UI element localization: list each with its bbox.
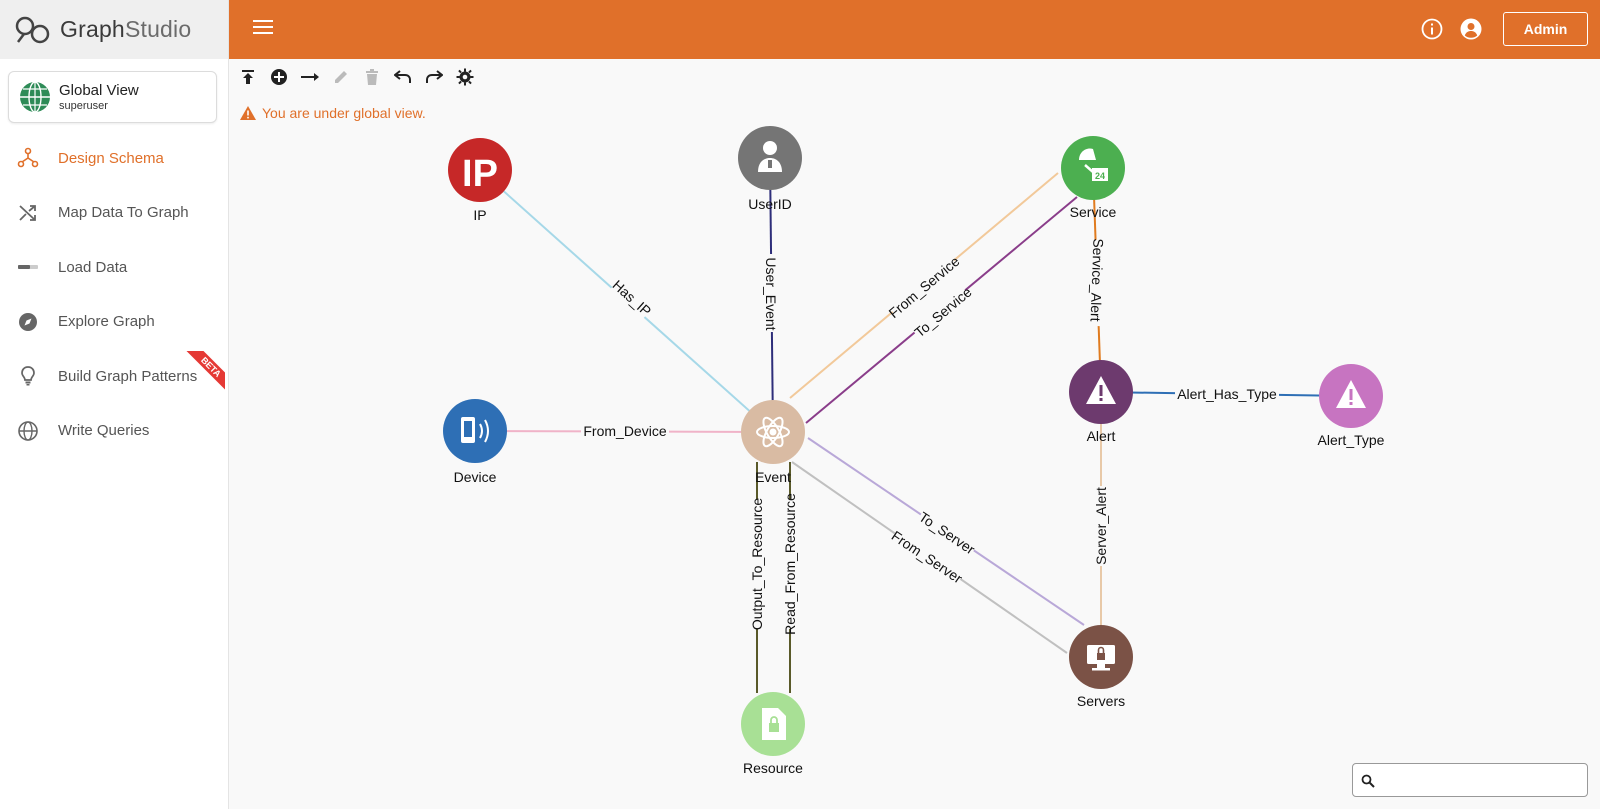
svg-text:24: 24 xyxy=(1095,171,1105,181)
edge-label-alert-has-type: Alert_Has_Type xyxy=(1175,386,1279,402)
vertex-search-box[interactable] xyxy=(1352,763,1588,797)
vertex-event[interactable]: Event xyxy=(741,400,805,485)
schema-graph: Has_IP User_Event From_Service To_Servic… xyxy=(443,126,1385,776)
vertex-ip[interactable]: IP IP xyxy=(448,138,512,223)
edge-label-service-alert: Service_Alert xyxy=(1087,238,1107,327)
edge-label-from-device: From_Device xyxy=(581,423,669,439)
svg-text:Servers: Servers xyxy=(1077,693,1125,709)
ip-icon: IP xyxy=(462,153,498,195)
edge-label-user-event: User_Event xyxy=(763,254,779,332)
svg-text:Has_IP: Has_IP xyxy=(610,277,655,320)
svg-text:Alert_Has_Type: Alert_Has_Type xyxy=(1177,386,1277,402)
search-icon xyxy=(1361,774,1375,788)
svg-text:Service: Service xyxy=(1070,204,1117,220)
svg-text:IP: IP xyxy=(473,207,486,223)
vertex-alert-type[interactable]: Alert_Type xyxy=(1318,364,1385,448)
locked-file-icon xyxy=(762,708,786,740)
search-input[interactable] xyxy=(1381,769,1581,791)
vertex-device[interactable]: Device xyxy=(443,399,507,485)
vertex-userid[interactable]: UserID xyxy=(738,126,802,212)
svg-text:Event: Event xyxy=(755,469,791,485)
vertex-alert[interactable]: Alert xyxy=(1069,360,1133,444)
svg-text:UserID: UserID xyxy=(748,196,792,212)
svg-text:User_Event: User_Event xyxy=(763,257,779,330)
edge-label-output-to-resource: Output_To_Resource xyxy=(749,498,765,631)
vertex-service[interactable]: 24 Service xyxy=(1061,136,1125,220)
edge-label-server-alert: Server_Alert xyxy=(1093,486,1109,566)
edge-label-read-from-resource: Read_From_Resource xyxy=(782,493,798,635)
svg-text:Read_From_Resource: Read_From_Resource xyxy=(782,493,798,635)
svg-text:Service_Alert: Service_Alert xyxy=(1088,238,1107,322)
svg-text:Resource: Resource xyxy=(743,760,803,776)
svg-text:Server_Alert: Server_Alert xyxy=(1093,487,1109,565)
svg-text:Alert_Type: Alert_Type xyxy=(1318,432,1385,448)
svg-text:Alert: Alert xyxy=(1087,428,1116,444)
edge-label-has-ip: Has_IP xyxy=(610,277,655,320)
vertex-servers[interactable]: Servers xyxy=(1069,625,1133,709)
svg-text:From_Device: From_Device xyxy=(583,423,666,439)
svg-text:Output_To_Resource: Output_To_Resource xyxy=(749,498,765,631)
vertex-resource[interactable]: Resource xyxy=(741,692,805,776)
svg-text:Device: Device xyxy=(454,469,497,485)
